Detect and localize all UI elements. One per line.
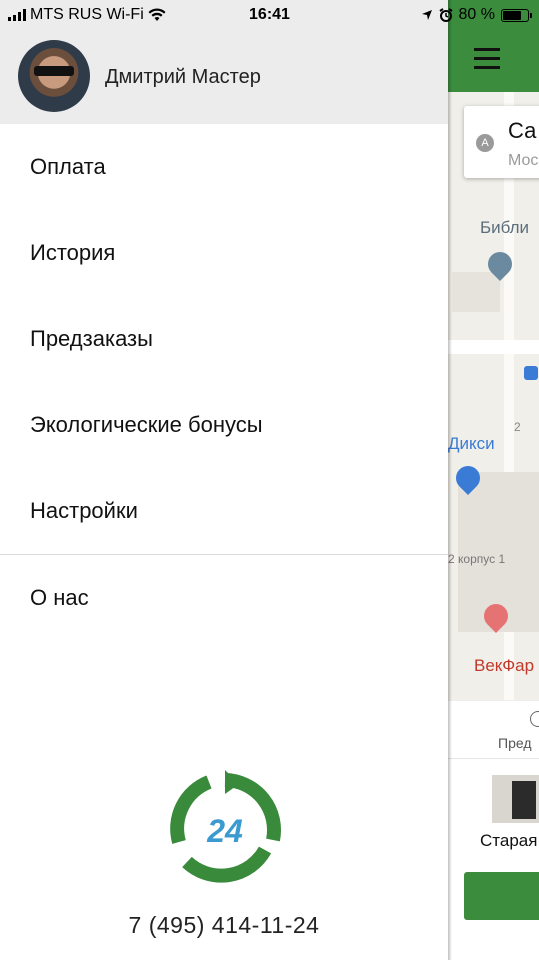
category-cards[interactable]: Старая [448, 758, 539, 859]
support-phone[interactable]: 7 (495) 414-11-24 [0, 912, 448, 939]
address-main: Са [508, 118, 537, 143]
background-screen: A Са Мос Библи 2 Дикси 2 корпус 1 ВекФар… [448, 0, 539, 960]
address-marker-icon: A [476, 134, 494, 152]
menu-item-eco-bonuses[interactable]: Экологические бонусы [0, 382, 448, 468]
bus-stop-icon[interactable] [524, 366, 538, 380]
radio-icon[interactable] [530, 711, 539, 727]
location-arrow-icon [421, 10, 432, 20]
menu-item-settings[interactable]: Настройки [0, 468, 448, 554]
address-card[interactable]: A Са Мос [464, 106, 539, 178]
alarm-icon [438, 8, 453, 22]
profile-name: Дмитрий Мастер [105, 66, 261, 88]
status-bar: MTS RUS Wi-Fi 16:41 80 % [0, 0, 539, 30]
navigation-drawer: Дмитрий Мастер Оплата История Предзаказы… [0, 0, 448, 960]
map-block [452, 272, 500, 312]
menu-item-history[interactable]: История [0, 210, 448, 296]
map-label-library: Библи [480, 218, 530, 237]
card-label: Старая [480, 831, 538, 850]
preorder-tab-label: Пред [498, 735, 532, 751]
company-logo: 24 [170, 770, 281, 883]
address-sub: Мос [508, 152, 539, 169]
order-button[interactable] [464, 872, 539, 920]
battery-percent: 80 % [458, 6, 495, 23]
preorder-tab-row[interactable]: Пред [448, 700, 539, 759]
menu-item-about[interactable]: О нас [0, 555, 448, 641]
status-right: 80 % [421, 6, 532, 24]
drawer-menu: Оплата История Предзаказы Экологические … [0, 124, 448, 641]
old-furniture-image [492, 775, 539, 823]
battery-fill [503, 10, 522, 20]
map-label-pharmacy: ВекФар [474, 656, 535, 675]
map-label-number: 2 [514, 420, 521, 434]
menu-item-preorders[interactable]: Предзаказы [0, 296, 448, 382]
map-road [448, 340, 539, 354]
avatar[interactable] [18, 40, 90, 112]
map-label-shop: Дикси [448, 434, 495, 453]
logo-text: 24 [206, 813, 243, 849]
drawer-shadow [448, 0, 452, 960]
map-label-building: 2 корпус 1 [448, 552, 506, 566]
battery-icon [501, 8, 532, 22]
menu-item-payment[interactable]: Оплата [0, 124, 448, 210]
hamburger-menu-icon[interactable] [474, 48, 500, 69]
